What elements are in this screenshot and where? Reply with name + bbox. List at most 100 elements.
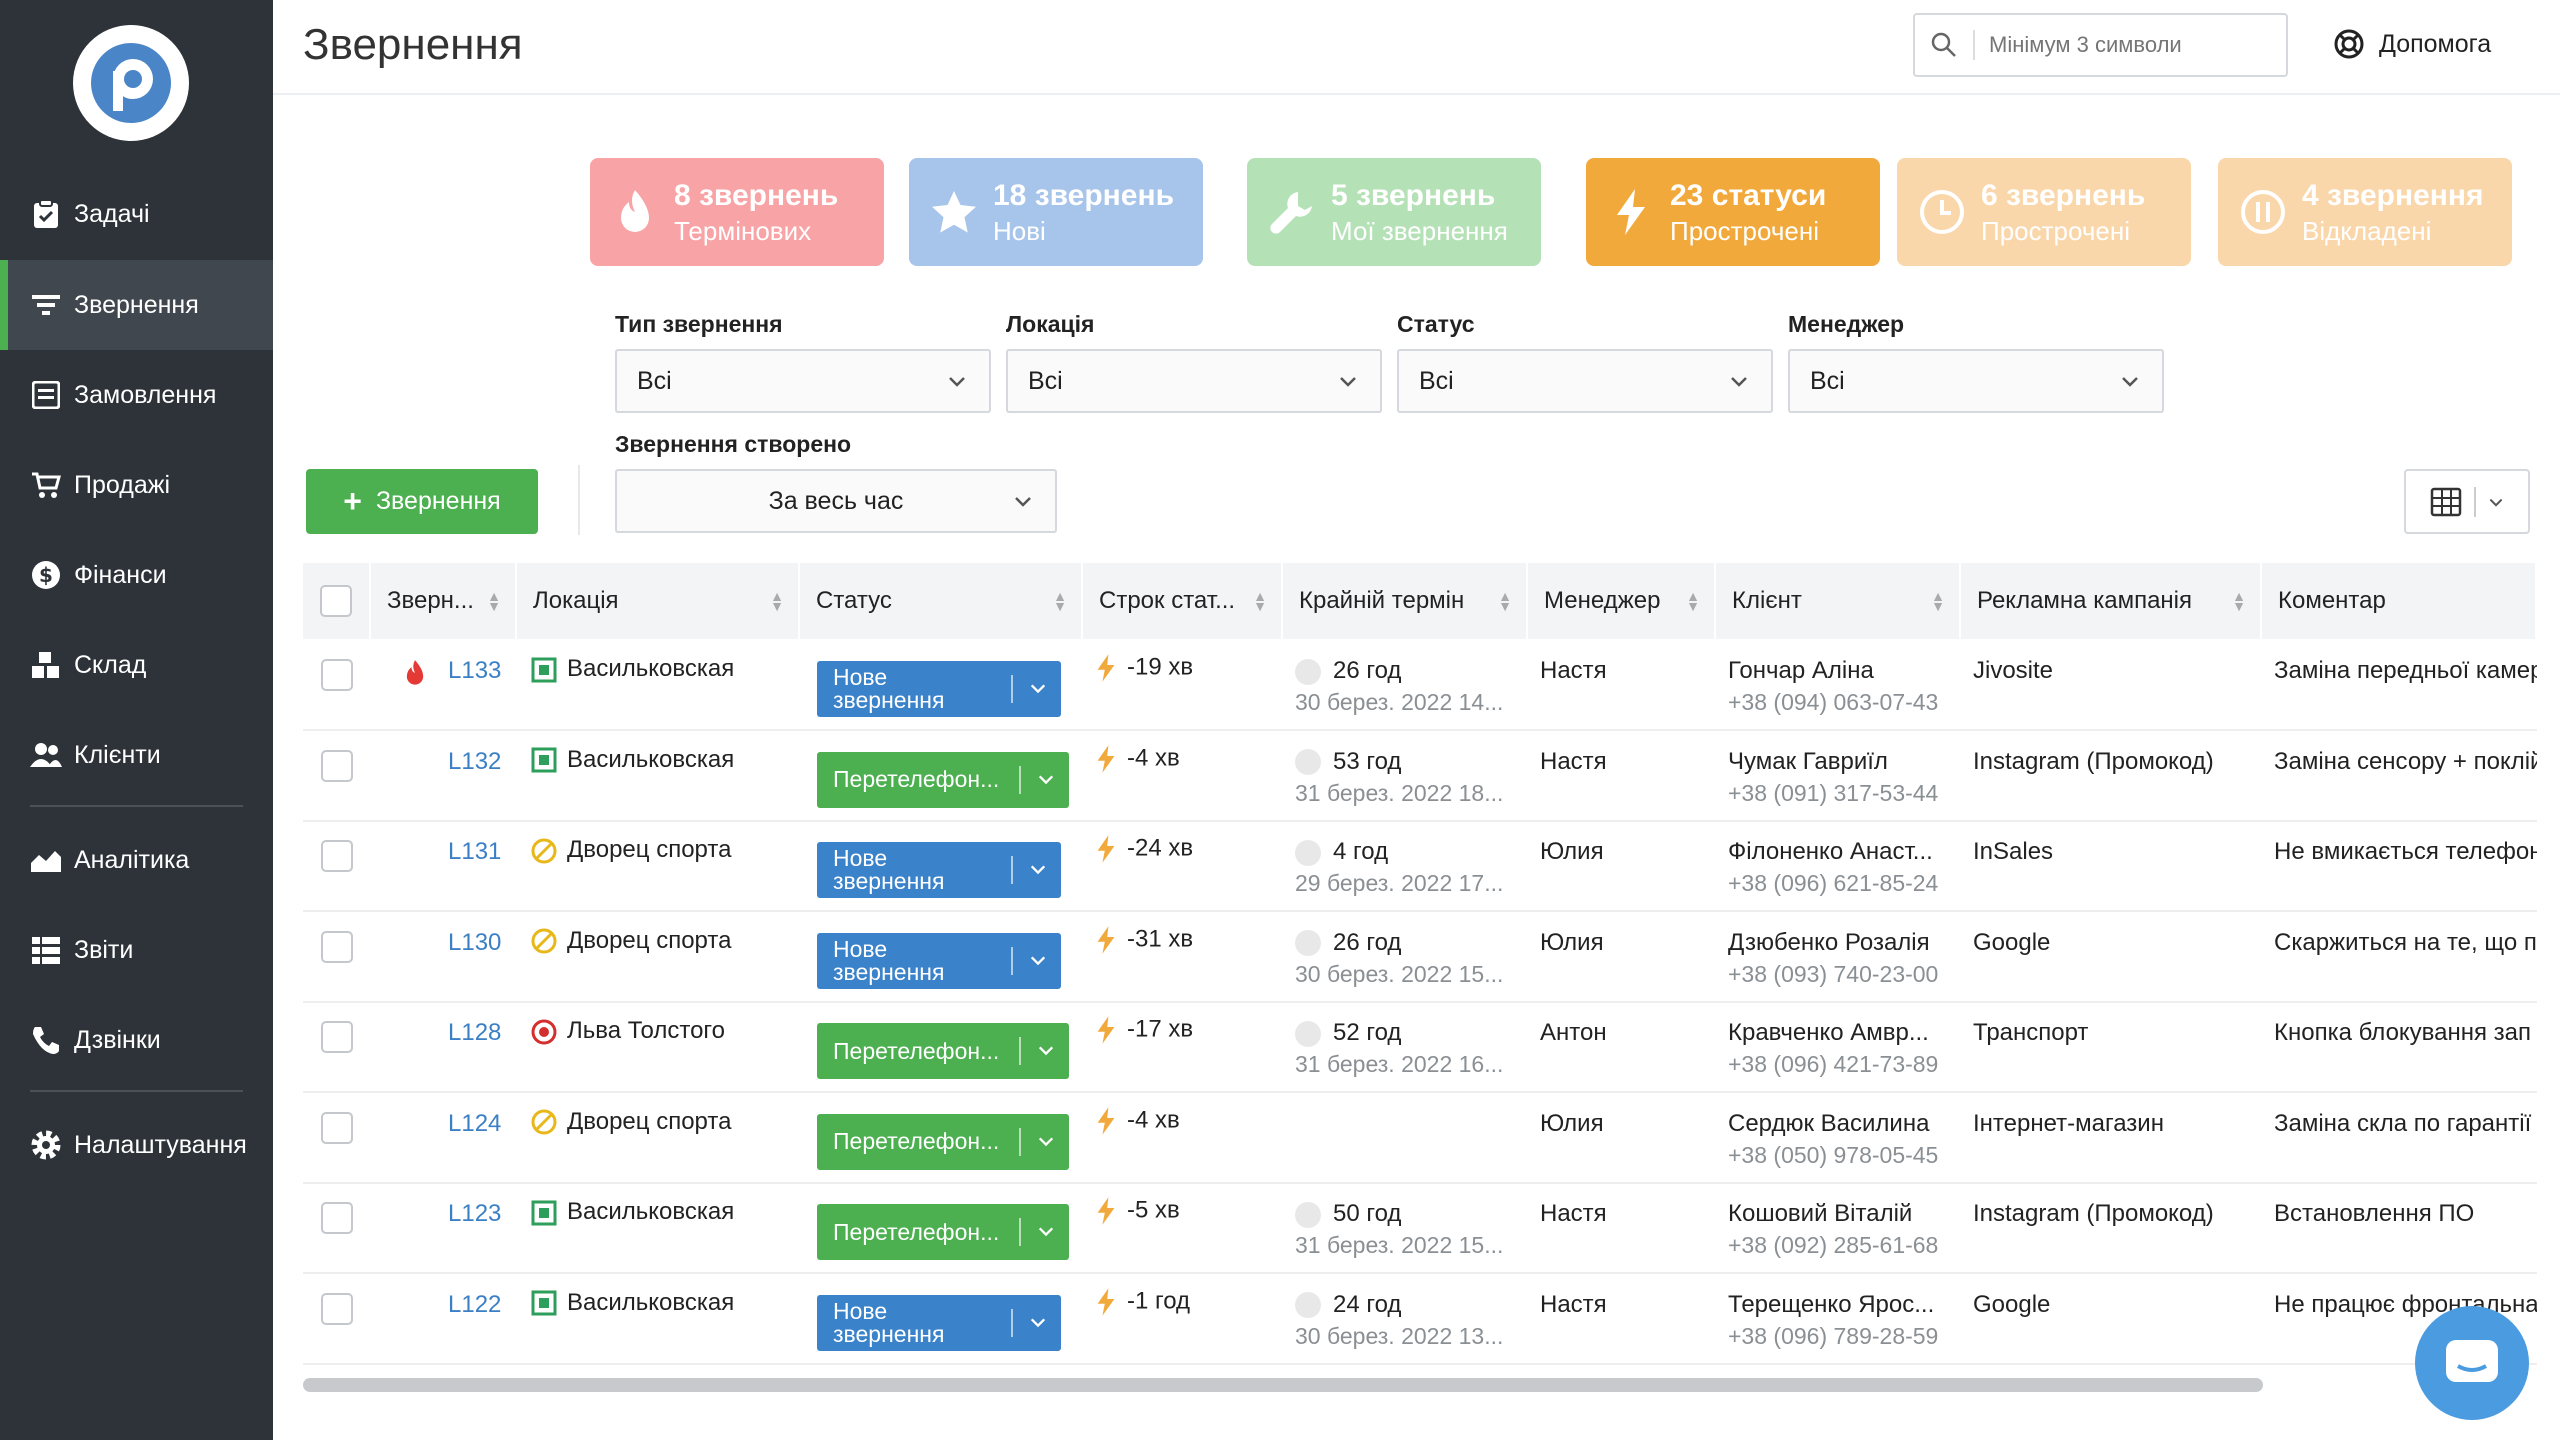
- status-term: -17 хв: [1127, 1015, 1194, 1043]
- status-dropdown[interactable]: Перетелефон...: [817, 1023, 1069, 1079]
- nav-calls[interactable]: Дзвінки: [0, 995, 273, 1085]
- table-row[interactable]: L123 Васильковская Перетелефон... -5 хв 50 г…: [303, 1184, 2537, 1274]
- nav-finance[interactable]: $ Фінанси: [0, 530, 273, 620]
- card-new[interactable]: 18 звернень Нові: [909, 158, 1203, 266]
- checkbox[interactable]: [321, 1021, 353, 1053]
- sort-icon[interactable]: ▲ ▼: [770, 589, 784, 613]
- client-cell[interactable]: Терещенко Ярос... +38 (096) 789-28-59: [1728, 1291, 1938, 1350]
- checkbox[interactable]: [321, 1111, 353, 1144]
- card-overdue[interactable]: 6 звернень Прострочені: [1897, 158, 2191, 266]
- sort-icon[interactable]: ▲ ▼: [1931, 589, 1945, 613]
- col-deadline[interactable]: Крайній термін ▲ ▼: [1283, 563, 1528, 639]
- sort-icon[interactable]: ▲ ▼: [1686, 589, 1700, 613]
- table-row[interactable]: L130 Дворец спорта Нове звернення -31 хв 26 …: [303, 913, 2537, 1003]
- filter-created-select[interactable]: За весь час: [615, 469, 1057, 533]
- col-client[interactable]: Клієнт ▲ ▼: [1716, 563, 1961, 639]
- table-row[interactable]: L132 Васильковская Перетелефон... -4 хв 53 г…: [303, 732, 2537, 822]
- sort-icon[interactable]: ▲ ▼: [1498, 589, 1512, 613]
- chevron-down-icon: [949, 377, 965, 387]
- request-id-link[interactable]: L131: [448, 838, 501, 866]
- card-urgent[interactable]: 8 звернень Термінових: [590, 158, 884, 266]
- checkbox[interactable]: [321, 749, 353, 782]
- table-row[interactable]: L122 Васильковская Нове звернення -1 год 24 …: [303, 1275, 2537, 1365]
- table-view-button[interactable]: [2404, 469, 2530, 534]
- filter-status-select[interactable]: Всі: [1397, 349, 1773, 413]
- table-row[interactable]: L128 Льва Толстого Перетелефон... -17 хв 52 …: [303, 1003, 2537, 1093]
- add-request-button[interactable]: + Звернення: [306, 469, 538, 534]
- checkbox[interactable]: [320, 585, 352, 617]
- nav-analytics[interactable]: Аналітика: [0, 815, 273, 905]
- client-cell[interactable]: Кравченко Амвр... +38 (096) 421-73-89: [1728, 1019, 1938, 1078]
- client-cell[interactable]: Філоненко Анаст... +38 (096) 621-85-24: [1728, 838, 1938, 897]
- card-postponed[interactable]: 4 звернення Відкладені: [2218, 158, 2512, 266]
- chat-widget-button[interactable]: [2415, 1306, 2529, 1420]
- client-cell[interactable]: Гончар Аліна +38 (094) 063-07-43: [1728, 657, 1938, 716]
- search-input[interactable]: [1989, 32, 2269, 58]
- table-row[interactable]: L131 Дворец спорта Нове звернення -24 хв 4 г…: [303, 822, 2537, 912]
- status-dropdown[interactable]: Нове звернення: [817, 932, 1061, 989]
- filter-manager-select[interactable]: Всі: [1788, 349, 2164, 413]
- card-subtitle: Термінових: [674, 215, 812, 246]
- filter-location-select[interactable]: Всі: [1006, 349, 1382, 413]
- request-id-link[interactable]: L128: [448, 1019, 501, 1047]
- client-cell[interactable]: Сердюк Василина +38 (050) 978-05-45: [1728, 1110, 1938, 1169]
- nav-tasks[interactable]: Задачі: [0, 169, 273, 259]
- nav-reports[interactable]: Звіти: [0, 905, 273, 995]
- nav-warehouse[interactable]: Склад: [0, 620, 273, 710]
- help-link[interactable]: Допомога: [2333, 28, 2491, 60]
- help-label: Допомога: [2379, 29, 2492, 58]
- nav-clients[interactable]: Клієнти: [0, 710, 273, 800]
- status-dropdown[interactable]: Нове звернення: [817, 661, 1061, 717]
- client-cell[interactable]: Кошовий Віталій +38 (092) 285-61-68: [1728, 1200, 1938, 1259]
- request-id-link[interactable]: L133: [448, 657, 501, 685]
- deadline-hours: 53 год: [1333, 747, 1402, 775]
- request-id-link[interactable]: L123: [448, 1200, 501, 1228]
- request-id-link[interactable]: L132: [448, 748, 501, 776]
- location-cell: Дворец спорта: [531, 836, 731, 864]
- checkbox[interactable]: [321, 840, 353, 872]
- location-name: Васильковская: [567, 655, 735, 682]
- header-select-all[interactable]: [303, 563, 371, 639]
- app-logo[interactable]: [73, 25, 189, 141]
- sort-icon[interactable]: ▲ ▼: [1253, 589, 1267, 613]
- col-comment[interactable]: Коментар: [2262, 563, 2537, 639]
- status-dropdown[interactable]: Нове звернення: [817, 842, 1061, 898]
- nav-requests[interactable]: Звернення: [0, 260, 273, 350]
- chevron-down-icon: [1340, 377, 1356, 387]
- status-dropdown[interactable]: Нове звернення: [817, 1294, 1061, 1351]
- col-id[interactable]: Зверн... ▲ ▼: [371, 563, 517, 639]
- col-manager[interactable]: Менеджер ▲ ▼: [1528, 563, 1716, 639]
- client-name: Філоненко Анаст...: [1728, 838, 1933, 865]
- checkbox[interactable]: [321, 659, 353, 691]
- sort-icon[interactable]: ▲ ▼: [487, 589, 501, 613]
- col-status[interactable]: Статус ▲ ▼: [800, 563, 1083, 639]
- request-id-link[interactable]: L122: [448, 1291, 501, 1319]
- status-dropdown[interactable]: Перетелефон...: [817, 751, 1069, 808]
- search-box[interactable]: [1913, 13, 2288, 77]
- client-cell[interactable]: Дзюбенко Розалія +38 (093) 740-23-00: [1728, 929, 1938, 988]
- filter-type-select[interactable]: Всі: [615, 349, 991, 413]
- nav-orders[interactable]: Замовлення: [0, 350, 273, 440]
- status-dropdown[interactable]: Перетелефон...: [817, 1204, 1069, 1260]
- horizontal-scrollbar[interactable]: [303, 1378, 2263, 1392]
- request-id-link[interactable]: L124: [448, 1110, 501, 1138]
- checkbox[interactable]: [321, 930, 353, 963]
- col-campaign[interactable]: Рекламна кампанія ▲ ▼: [1961, 563, 2262, 639]
- nav-settings[interactable]: Налаштування: [0, 1100, 273, 1190]
- request-id-link[interactable]: L130: [448, 929, 501, 957]
- sort-icon[interactable]: ▲ ▼: [2232, 589, 2246, 613]
- sort-icon[interactable]: ▲ ▼: [1053, 589, 1067, 613]
- checkbox[interactable]: [321, 1292, 353, 1325]
- table-row[interactable]: L124 Дворец спорта Перетелефон... -4 хв Юлия…: [303, 1094, 2537, 1184]
- col-location[interactable]: Локація ▲ ▼: [517, 563, 800, 639]
- client-cell[interactable]: Чумак Гавриїл +38 (091) 317-53-44: [1728, 748, 1938, 807]
- card-mine[interactable]: 5 звернень Мої звернення: [1247, 158, 1541, 266]
- status-label: Нове звернення: [833, 935, 945, 985]
- table-row[interactable]: L133 Васильковская Нове звернення -19 хв 26 …: [303, 641, 2537, 731]
- nav-sales[interactable]: Продажі: [0, 440, 273, 530]
- checkbox[interactable]: [321, 1202, 353, 1234]
- status-dropdown[interactable]: Перетелефон...: [817, 1113, 1069, 1170]
- card-overdue-statuses[interactable]: 23 статуси Прострочені: [1586, 158, 1880, 266]
- col-status-term[interactable]: Строк стат... ▲ ▼: [1083, 563, 1283, 639]
- comment-cell: Кнопка блокування зап: [2274, 1019, 2532, 1046]
